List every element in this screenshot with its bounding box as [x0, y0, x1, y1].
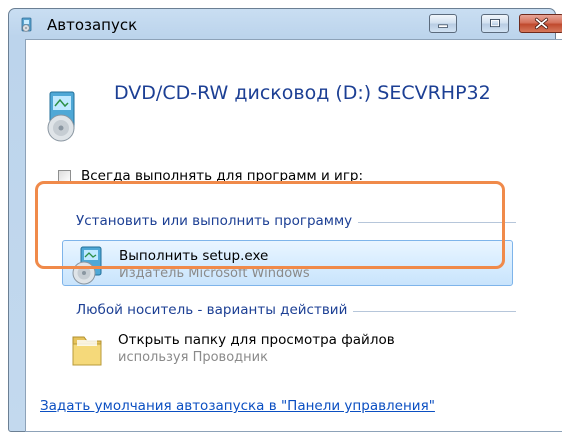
autoplay-window: Автозапуск DVD/CD-RW дисковод (D:) SECVR… [8, 8, 562, 432]
title-bar[interactable]: Автозапуск [9, 9, 562, 39]
window-title: Автозапуск [47, 16, 138, 34]
minimize-button[interactable] [429, 14, 457, 33]
maximize-icon [490, 19, 500, 28]
highlight-annotation [35, 181, 505, 269]
maximize-button[interactable] [481, 14, 509, 33]
device-title: DVD/CD-RW дисковод (D:) SECVRHP32 [114, 82, 491, 104]
close-icon [534, 17, 549, 30]
open-folder-title: Открыть папку для просмотра файлов [118, 332, 395, 348]
close-button[interactable] [519, 14, 562, 33]
open-folder-subtitle: используя Проводник [118, 350, 268, 365]
autoplay-app-icon [21, 17, 32, 32]
section-header-general: Любой носитель - варианты действий [76, 302, 354, 318]
open-folder-option[interactable]: Открыть папку для просмотра файлов испол… [62, 325, 513, 371]
dvd-drive-icon [47, 91, 75, 142]
minimize-icon [438, 24, 448, 28]
folder-icon [72, 336, 102, 366]
autoplay-defaults-link[interactable]: Задать умолчания автозапуска в "Панели у… [40, 398, 435, 414]
